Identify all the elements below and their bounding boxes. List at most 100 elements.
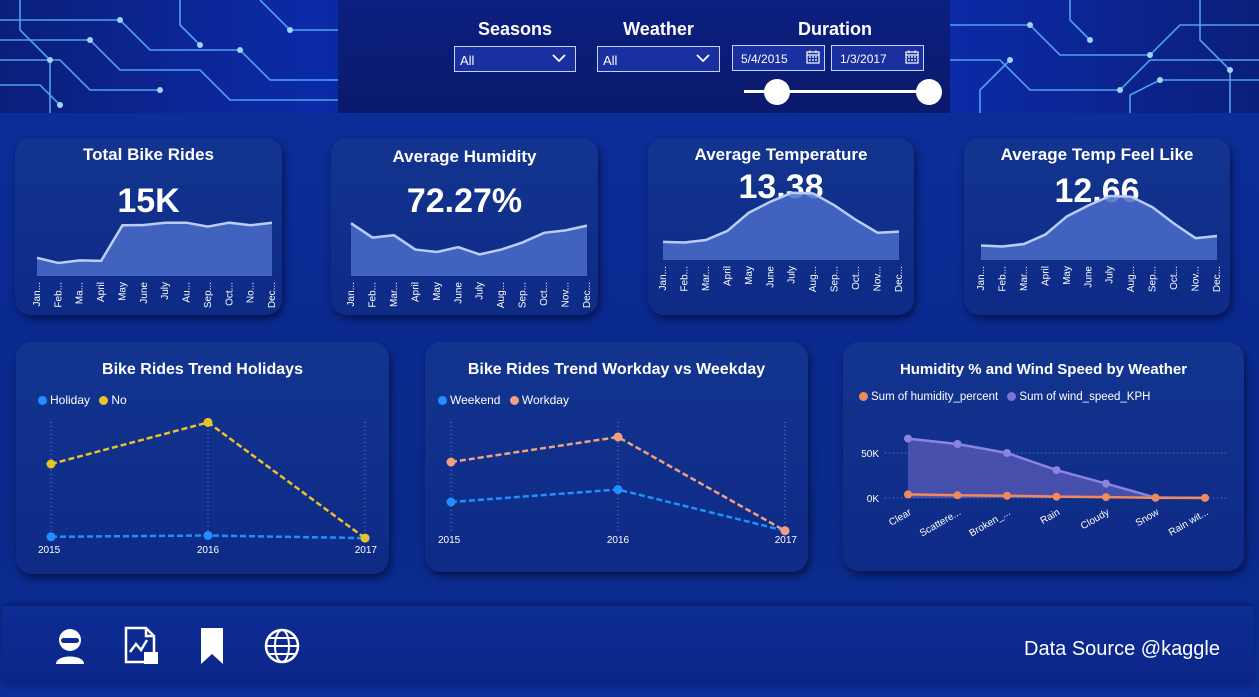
humidity-point xyxy=(904,490,912,499)
month-tick-label: Mar... xyxy=(1019,266,1030,291)
month-tick-label: Dec... xyxy=(1212,266,1223,292)
month-tick-label: Mar... xyxy=(389,282,400,307)
chart-card-workday-weekday: Bike Rides Trend Workday vs Weekday Week… xyxy=(425,342,808,572)
month-tick-label: June xyxy=(453,282,464,304)
weather-dropdown[interactable]: All xyxy=(597,46,720,72)
data-point xyxy=(446,497,456,507)
data-source-label: Data Source @kaggle xyxy=(1024,638,1220,660)
user-icon[interactable] xyxy=(50,626,90,666)
month-tick-label: July xyxy=(1105,266,1116,284)
humidity-point xyxy=(953,491,962,500)
line-chart-holidays: 2015 2016 2017 xyxy=(38,417,378,556)
duration-slider-end-handle[interactable] xyxy=(916,79,942,105)
seasons-dropdown[interactable]: All xyxy=(454,46,576,72)
month-tick-label: Jan... xyxy=(976,266,987,290)
calendar-icon xyxy=(905,50,919,64)
category-tick-label: Clear xyxy=(887,507,914,529)
month-tick-label: Dec... xyxy=(894,266,905,292)
month-tick-label: April xyxy=(96,282,107,302)
month-tick-label: Feb... xyxy=(679,266,690,292)
data-point xyxy=(203,417,213,427)
month-tick-label: April xyxy=(410,282,421,302)
month-tick-label: Oct... xyxy=(224,282,235,306)
data-point xyxy=(780,526,790,536)
data-point xyxy=(446,457,456,467)
seasons-label: Seasons xyxy=(477,19,553,39)
chevron-down-icon xyxy=(696,54,710,63)
x-tick-label: 2015 xyxy=(38,545,61,556)
x-tick-label: 2017 xyxy=(355,545,378,556)
category-tick-label: Rain wit... xyxy=(1167,507,1211,538)
data-point xyxy=(613,432,623,442)
data-point xyxy=(613,485,623,494)
start-date-value: 5/4/2015 xyxy=(741,52,788,66)
circuit-art-right xyxy=(950,0,1259,113)
wind-speed-point xyxy=(953,440,962,448)
month-tick-label: Nov... xyxy=(1191,266,1202,291)
category-tick-label: Broken_... xyxy=(968,507,1013,539)
month-tick-label: Mar... xyxy=(701,266,712,291)
sparkline-area xyxy=(663,192,899,260)
start-date-input[interactable]: 5/4/2015 xyxy=(732,45,825,71)
end-date-value: 1/3/2017 xyxy=(840,52,887,66)
humidity-point xyxy=(1003,491,1011,500)
month-tick-label: July xyxy=(160,282,171,300)
month-tick-label: July xyxy=(787,266,798,284)
humidity-point xyxy=(1151,493,1160,502)
x-tick-label: 2016 xyxy=(607,535,630,546)
kpi-card-average-temp-feel-like: Average Temp Feel Like 12.66 Jan... Feb..… xyxy=(964,138,1230,315)
series-line-no xyxy=(50,421,366,540)
month-tick-label: Aug... xyxy=(1126,266,1137,292)
y-tick-label: 50K xyxy=(861,449,879,460)
sparkline-temperature: Jan... Feb... Mar... April May June July Aug...… xyxy=(658,191,905,292)
month-tick-label: May xyxy=(432,282,443,301)
circuit-art-left xyxy=(0,0,338,113)
month-tick-label: June xyxy=(1083,266,1094,288)
weather-label: Weather xyxy=(623,19,694,39)
kpi-card-total-bike-rides: Total Bike Rides 15K Jan... Feb... Ma... Ap… xyxy=(15,138,282,315)
duration-slider-start-handle[interactable] xyxy=(764,79,790,105)
weather-selected-value: All xyxy=(603,53,618,68)
month-tick-label: Jan... xyxy=(658,266,669,290)
y-tick-label: 0K xyxy=(867,494,880,505)
month-tick-label: Oct... xyxy=(539,282,550,306)
x-tick-label: 2016 xyxy=(197,545,220,556)
humidity-point xyxy=(1201,493,1209,502)
report-icon[interactable] xyxy=(122,626,162,666)
month-tick-label: Feb... xyxy=(367,282,378,308)
end-date-input[interactable]: 1/3/2017 xyxy=(831,45,924,71)
month-tick-label: May xyxy=(1062,266,1073,285)
month-tick-label: Jan... xyxy=(32,282,43,306)
footer-bar: Data Source @kaggle xyxy=(2,606,1254,686)
month-tick-label: Feb... xyxy=(997,266,1008,292)
month-tick-label: Nov... xyxy=(561,282,572,307)
month-tick-label: June xyxy=(765,266,776,288)
sparkline-humidity: Jan... Feb... Mar... April May June July Aug...… xyxy=(346,222,593,308)
month-tick-label: Jan... xyxy=(346,282,357,306)
month-tick-label: Au... xyxy=(182,282,193,303)
data-point xyxy=(46,532,56,542)
month-tick-label: May xyxy=(744,266,755,285)
data-point xyxy=(46,459,56,469)
globe-icon[interactable] xyxy=(262,626,302,666)
chevron-down-icon xyxy=(552,54,566,63)
wind-speed-point xyxy=(1003,449,1011,457)
humidity-point xyxy=(1052,492,1061,501)
line-chart-workday-weekday: 2015 2016 2017 xyxy=(438,422,798,546)
month-tick-label: No... xyxy=(246,282,257,303)
month-tick-label: Nov... xyxy=(873,266,884,291)
month-tick-label: Sep... xyxy=(203,282,214,308)
month-tick-label: Oct... xyxy=(851,266,862,290)
month-tick-label: April xyxy=(722,266,733,286)
chart-card-holidays: Bike Rides Trend Holidays Holiday No 201… xyxy=(16,342,389,574)
sparkline-area xyxy=(37,222,272,276)
month-tick-label: April xyxy=(1040,266,1051,286)
month-tick-label: Sep... xyxy=(1148,266,1159,292)
wind-speed-point xyxy=(904,434,912,443)
x-tick-label: 2017 xyxy=(775,535,798,546)
series-line-workday xyxy=(450,435,786,532)
bookmark-icon[interactable] xyxy=(192,626,232,666)
month-tick-label: Oct... xyxy=(1169,266,1180,290)
month-tick-label: Dec... xyxy=(582,282,593,308)
month-tick-label: Aug... xyxy=(496,282,507,308)
